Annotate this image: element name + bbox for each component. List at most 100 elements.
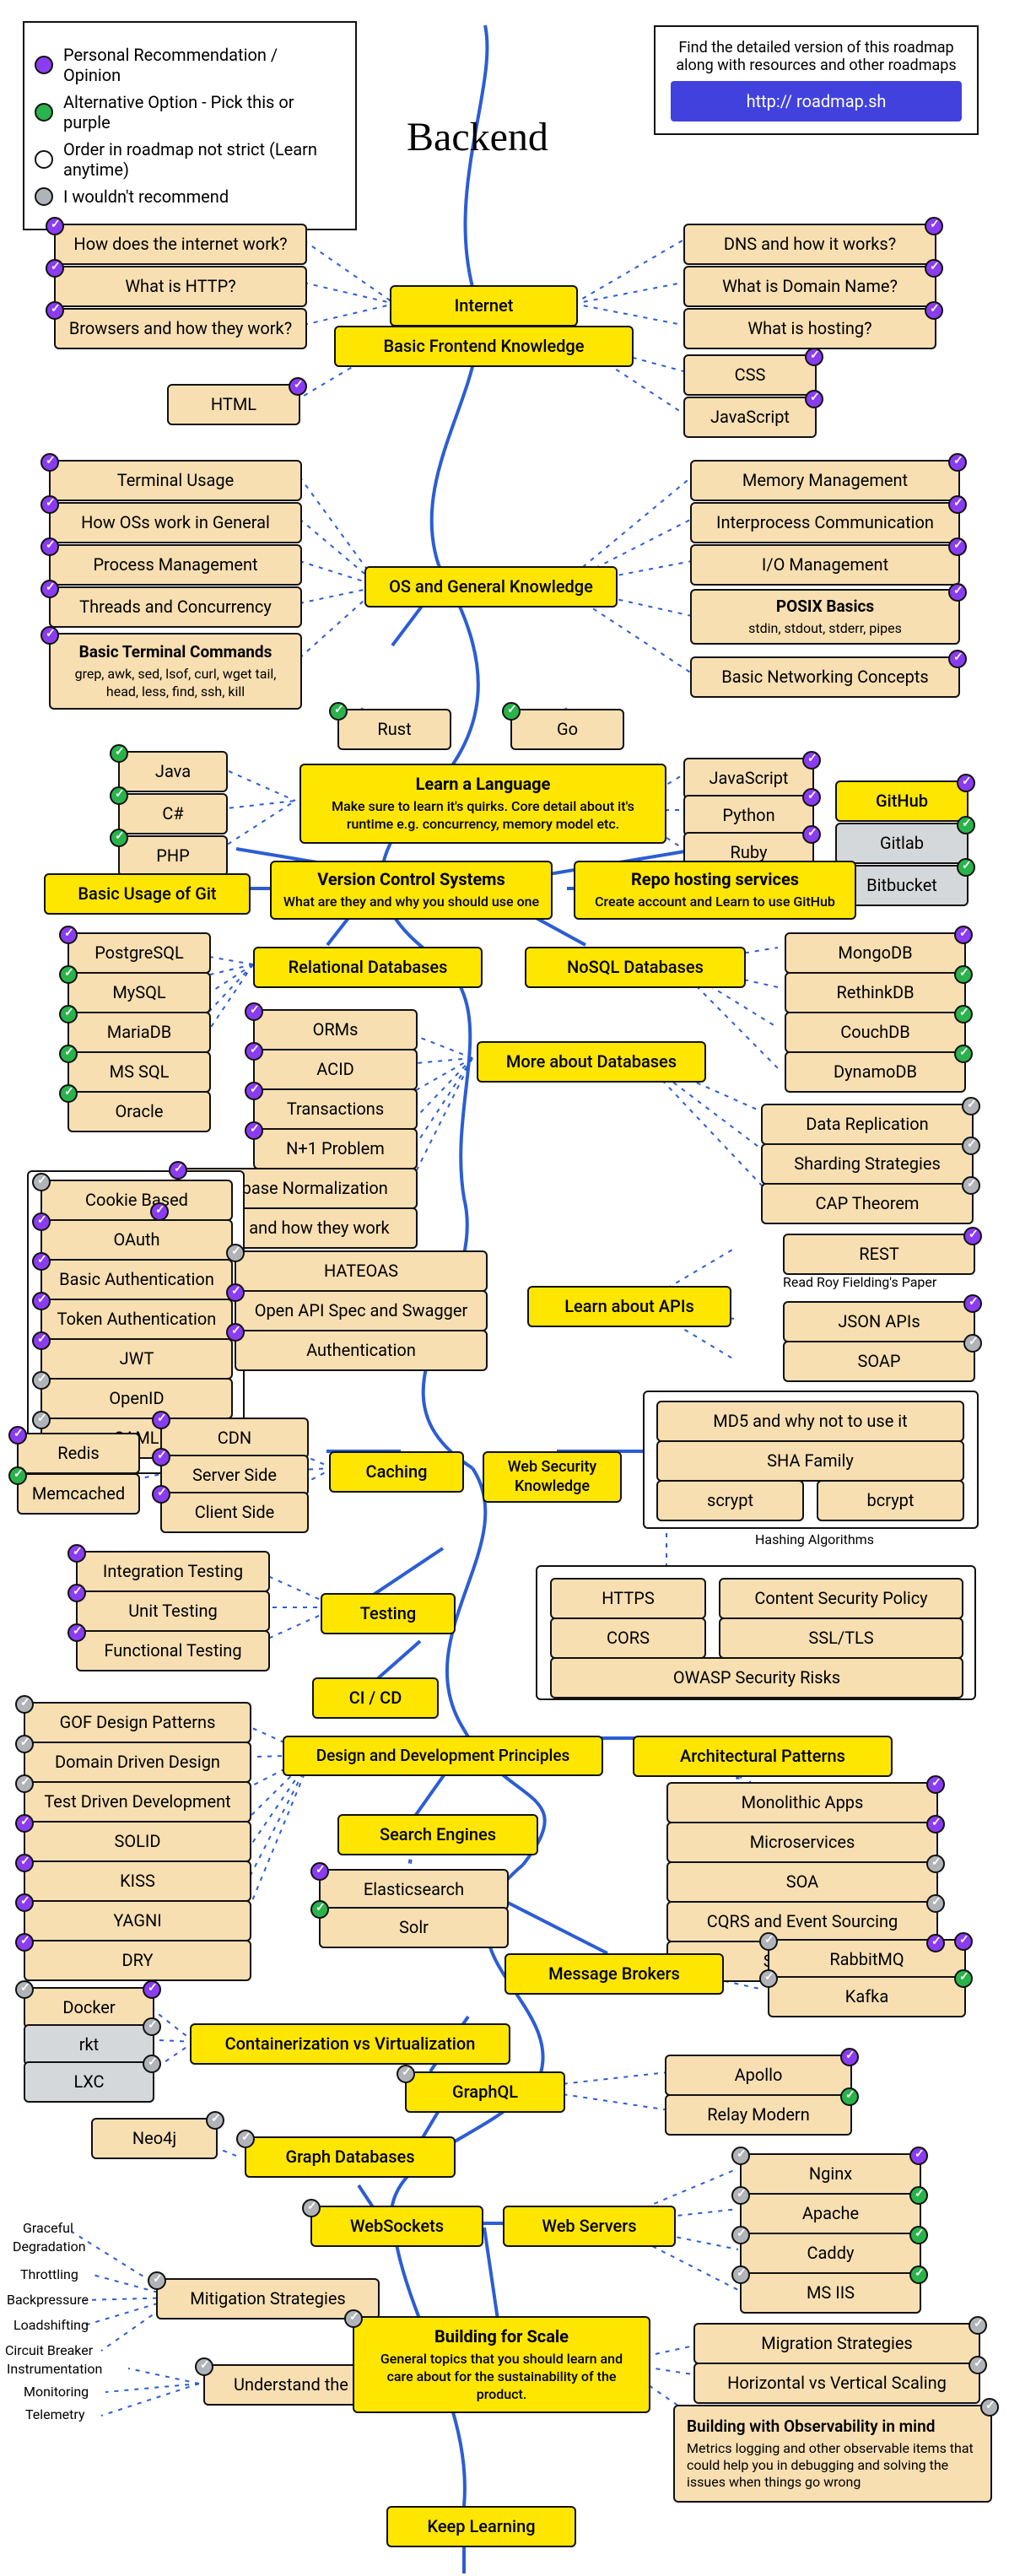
sha[interactable]: SHA Family <box>656 1440 964 1482</box>
repo[interactable]: Repo hosting servicesCreate account and … <box>574 861 856 920</box>
couchdb[interactable]: CouchDB <box>785 1012 966 1053</box>
jsonapi[interactable]: JSON APIs <box>783 1301 975 1342</box>
oauth[interactable]: OAuth <box>40 1219 233 1261</box>
threads[interactable]: Threads and Concurrency <box>49 586 302 628</box>
redis[interactable]: Redis <box>17 1433 140 1474</box>
dynamodb[interactable]: DynamoDB <box>785 1051 966 1093</box>
learn-lang[interactable]: Learn a LanguageMake sure to learn it's … <box>299 764 666 844</box>
build-for-scale[interactable]: Building for ScaleGeneral topics that yo… <box>353 2316 650 2413</box>
msiis[interactable]: MS IIS <box>740 2272 921 2314</box>
csharp[interactable]: C# <box>118 793 228 834</box>
cors[interactable]: CORS <box>550 1617 706 1659</box>
hosting[interactable]: What is hosting? <box>683 308 936 349</box>
posix[interactable]: POSIX Basicsstdin, stdout, stderr, pipes <box>690 589 960 645</box>
browsers[interactable]: Browsers and how they work? <box>54 308 307 349</box>
net-concepts[interactable]: Basic Networking Concepts <box>690 656 960 698</box>
internet[interactable]: Internet <box>390 285 578 327</box>
scrypt[interactable]: scrypt <box>656 1480 804 1521</box>
os-knowledge[interactable]: OS and General Knowledge <box>364 566 618 608</box>
what-http[interactable]: What is HTTP? <box>54 266 307 307</box>
hateoas[interactable]: HATEOAS <box>235 1250 488 1292</box>
keep-learning[interactable]: Keep Learning <box>386 2506 576 2547</box>
authentication[interactable]: Authentication <box>235 1330 488 1371</box>
terminal-usage[interactable]: Terminal Usage <box>49 460 302 501</box>
apollo[interactable]: Apollo <box>665 2055 852 2096</box>
cicd[interactable]: CI / CD <box>312 1677 439 1719</box>
unit-testing[interactable]: Unit Testing <box>76 1590 270 1632</box>
archpattern[interactable]: Architectural Patterns <box>633 1736 893 1777</box>
learnapi[interactable]: Learn about APIs <box>527 1286 731 1327</box>
js[interactable]: JavaScript <box>683 397 817 438</box>
github[interactable]: GitHub <box>835 780 969 822</box>
nginx[interactable]: Nginx <box>740 2153 921 2195</box>
solr[interactable]: Solr <box>319 1907 509 1948</box>
basic-terminal[interactable]: Basic Terminal Commands grep, awk, sed, … <box>49 633 302 710</box>
io[interactable]: I/O Management <box>690 544 960 586</box>
serverside[interactable]: Server Side <box>160 1455 309 1496</box>
rkt[interactable]: rkt <box>24 2024 154 2066</box>
ddd[interactable]: Domain Driven Design <box>24 1742 251 1783</box>
solid[interactable]: SOLID <box>24 1821 251 1862</box>
proc-mgmt[interactable]: Process Management <box>49 544 302 586</box>
designprinc[interactable]: Design and Development Principles <box>283 1736 603 1776</box>
basicauth[interactable]: Basic Authentication <box>40 1259 233 1300</box>
openapi[interactable]: Open API Spec and Swagger <box>235 1290 488 1331</box>
cdn[interactable]: CDN <box>160 1418 309 1459</box>
mssql[interactable]: MS SQL <box>67 1051 211 1093</box>
tdd[interactable]: Test Driven Development <box>24 1781 251 1823</box>
relay[interactable]: Relay Modern <box>665 2094 852 2136</box>
jwt[interactable]: JWT <box>40 1338 233 1380</box>
transactions[interactable]: Transactions <box>253 1088 418 1130</box>
css[interactable]: CSS <box>683 354 817 396</box>
containervs[interactable]: Containerization vs Virtualization <box>190 2023 510 2065</box>
mysql[interactable]: MySQL <box>67 972 211 1013</box>
moredb[interactable]: More about Databases <box>477 1041 706 1083</box>
ssl[interactable]: SSL/TLS <box>719 1617 963 1659</box>
kiss[interactable]: KISS <box>24 1860 251 1902</box>
bcrypt[interactable]: bcrypt <box>817 1480 964 1521</box>
kafka[interactable]: Kafka <box>768 1976 966 2017</box>
mariadb[interactable]: MariaDB <box>67 1012 211 1053</box>
https[interactable]: HTTPS <box>550 1578 706 1619</box>
cap[interactable]: CAP Theorem <box>761 1183 974 1224</box>
dns[interactable]: DNS and how it works? <box>683 224 936 265</box>
gitlab[interactable]: Gitlab <box>835 823 969 864</box>
websockets[interactable]: WebSockets <box>310 2206 483 2247</box>
rest[interactable]: REST <box>783 1234 975 1275</box>
python[interactable]: Python <box>683 795 814 836</box>
php[interactable]: PHP <box>118 835 228 877</box>
monolithic[interactable]: Monolithic Apps <box>666 1782 938 1823</box>
rust[interactable]: Rust <box>337 709 451 750</box>
dry[interactable]: DRY <box>24 1940 251 1981</box>
go[interactable]: Go <box>510 709 624 750</box>
cookie[interactable]: Cookie Based <box>40 1180 233 1221</box>
caching[interactable]: Caching <box>329 1451 464 1493</box>
docker[interactable]: Docker <box>24 1987 154 2028</box>
jslang[interactable]: JavaScript <box>683 758 814 799</box>
domain-name[interactable]: What is Domain Name? <box>683 266 936 307</box>
owasp[interactable]: OWASP Security Risks <box>550 1657 963 1698</box>
acid[interactable]: ACID <box>253 1049 418 1090</box>
java[interactable]: Java <box>118 751 228 792</box>
n1[interactable]: N+1 Problem <box>253 1128 418 1169</box>
functional-testing[interactable]: Functional Testing <box>76 1630 270 1671</box>
basic-git[interactable]: Basic Usage of Git <box>44 873 251 915</box>
openid[interactable]: OpenID <box>40 1378 233 1419</box>
clientside[interactable]: Client Side <box>160 1492 309 1533</box>
oracle[interactable]: Oracle <box>67 1091 211 1132</box>
memcached[interactable]: Memcached <box>17 1473 140 1515</box>
integration-testing[interactable]: Integration Testing <box>76 1551 270 1592</box>
elasticsearch[interactable]: Elasticsearch <box>319 1869 509 1910</box>
basic-frontend[interactable]: Basic Frontend Knowledge <box>334 326 634 367</box>
md5[interactable]: MD5 and why not to use it <box>656 1401 964 1442</box>
vcs[interactable]: Version Control SystemsWhat are they and… <box>270 861 553 920</box>
csp[interactable]: Content Security Policy <box>719 1578 963 1619</box>
lxc[interactable]: LXC <box>24 2061 154 2103</box>
how-internet-work[interactable]: How does the internet work? <box>54 224 307 265</box>
microservices[interactable]: Microservices <box>666 1822 938 1863</box>
webservers[interactable]: Web Servers <box>503 2206 676 2247</box>
observability[interactable]: Building with Observability in mind Metr… <box>673 2405 992 2503</box>
how-os-work[interactable]: How OSs work in General <box>49 502 302 543</box>
cqrs[interactable]: CQRS and Event Sourcing <box>666 1901 938 1942</box>
testing[interactable]: Testing <box>321 1593 456 1634</box>
